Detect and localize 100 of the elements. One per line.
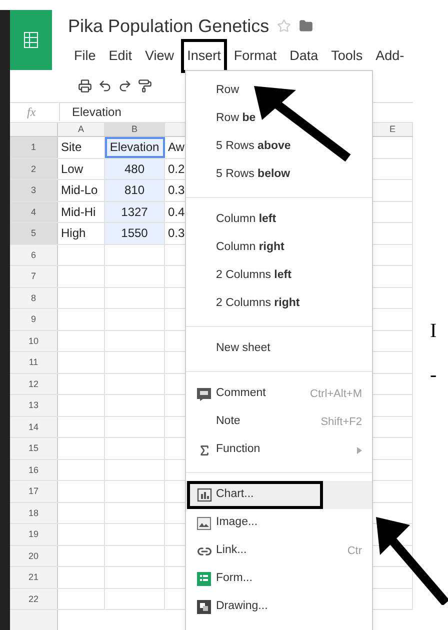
option-label: Column right — [216, 240, 284, 256]
sigma-icon — [198, 444, 210, 456]
form-icon — [197, 572, 211, 586]
table-cell-text: Mid-Hi — [60, 204, 97, 221]
menu-item[interactable]: View — [139, 39, 180, 74]
menu-option[interactable]: Row be — [186, 105, 372, 133]
menu-option[interactable]: Image... — [186, 509, 372, 537]
menu-item[interactable]: File — [68, 39, 102, 74]
drawing-icon — [197, 600, 211, 614]
menu-option[interactable]: Chart... — [186, 481, 372, 509]
menu-option[interactable]: Link... Ctr — [186, 537, 372, 565]
option-label: Row — [216, 83, 240, 98]
row-number[interactable]: 22 — [10, 588, 58, 609]
option-label: New sheet — [216, 341, 270, 356]
option-label: Column left — [216, 212, 276, 228]
table-cell-text: 1550 — [120, 225, 149, 242]
star-icon[interactable] — [277, 19, 292, 33]
row-number[interactable]: 6 — [10, 244, 58, 265]
table-cell-text: Low — [60, 160, 84, 178]
option-label: 5 Rows above — [216, 139, 291, 154]
menu-option[interactable]: New sheet — [186, 335, 372, 363]
menu-option[interactable]: Column right — [186, 234, 372, 262]
menu-option[interactable]: 5 Rows below — [186, 161, 372, 189]
table-cell-text: Mid-Lo — [60, 182, 99, 200]
table-cell-text: 0.4 — [167, 204, 186, 221]
row-number[interactable]: 12 — [10, 374, 58, 394]
formula-field[interactable]: Elevation — [60, 103, 122, 122]
table-cell-text: Elevation — [108, 139, 160, 156]
option-label: Chart... — [216, 487, 254, 502]
menu-item[interactable]: Format — [228, 39, 283, 74]
paint-format-icon[interactable] — [138, 78, 152, 93]
option-label: Form... — [216, 571, 252, 586]
row-number[interactable]: 9 — [10, 309, 58, 330]
row-number[interactable]: 16 — [10, 460, 58, 480]
row-number[interactable]: 21 — [10, 567, 58, 588]
menu-option[interactable]: 5 Rows above — [186, 133, 372, 161]
menu-item[interactable]: Edit — [102, 39, 138, 74]
row-number[interactable]: 11 — [10, 352, 58, 372]
row-number[interactable]: 10 — [10, 330, 58, 351]
option-label: Comment — [216, 386, 266, 402]
row-number[interactable]: 1 — [10, 137, 58, 158]
table-cell-text: Site — [60, 139, 83, 156]
menu-option[interactable]: Comment Ctrl+Alt+M — [186, 380, 372, 408]
row-number[interactable]: 3 — [10, 180, 58, 200]
option-label: Link... — [216, 543, 247, 558]
shortcut-text: Ctrl+Alt+M — [310, 386, 362, 402]
row-number[interactable]: 17 — [10, 481, 58, 502]
menu-item[interactable]: Add- — [370, 39, 410, 74]
menu-option[interactable]: Note Shift+F2 — [186, 408, 372, 436]
column-header[interactable]: E — [373, 123, 412, 136]
shortcut-text: Ctr — [347, 544, 362, 559]
margin-text: - — [430, 363, 437, 388]
table-cell-text: 0.3 — [167, 225, 186, 242]
menu-option[interactable]: Drawing... — [186, 593, 372, 621]
option-label: Function — [216, 442, 260, 458]
row-number[interactable]: 2 — [10, 158, 58, 179]
row-number[interactable]: 4 — [10, 202, 58, 222]
menu-item[interactable]: Tools — [325, 39, 369, 74]
formula-label: fx — [10, 103, 60, 122]
table-cell-text: 0.3 — [167, 182, 186, 200]
document-title: Pika Population Genetics — [68, 15, 270, 38]
sheets-logo[interactable] — [10, 10, 52, 70]
menu-item[interactable]: Data — [284, 39, 324, 74]
menu-option[interactable]: Form... — [186, 565, 372, 593]
table-cell-text: 1327 — [120, 204, 149, 221]
table-cell-text: High — [60, 225, 87, 242]
menu-option[interactable]: Row — [186, 77, 372, 105]
table-cell-text: 480 — [123, 160, 146, 178]
row-number[interactable]: 14 — [10, 416, 58, 437]
table-cell-text: Aw — [167, 139, 186, 156]
option-label: Drawing... — [216, 599, 268, 614]
option-label: Note — [216, 414, 240, 430]
option-label: 5 Rows below — [216, 167, 290, 182]
column-header[interactable]: A — [58, 123, 104, 136]
print-icon[interactable] — [78, 78, 92, 93]
option-label: 2 Columns left — [216, 268, 292, 284]
chart-icon — [196, 488, 212, 502]
row-number[interactable]: 20 — [10, 546, 58, 566]
row-number[interactable]: 15 — [10, 438, 58, 458]
folder-icon[interactable] — [299, 19, 314, 33]
table-cell-text: 0.2 — [167, 160, 186, 178]
row-number[interactable]: 5 — [10, 223, 58, 244]
table-cell-text: 810 — [123, 182, 146, 200]
option-label: Row be — [216, 111, 256, 126]
row-number[interactable]: 13 — [10, 395, 58, 416]
column-header[interactable]: B — [105, 123, 164, 136]
comment-icon — [197, 388, 211, 400]
menu-option[interactable]: Function — [186, 436, 372, 464]
image-icon — [197, 516, 211, 530]
undo-icon[interactable] — [98, 78, 112, 93]
row-number[interactable]: 8 — [10, 288, 58, 308]
menu-option[interactable]: 2 Columns right — [186, 290, 372, 318]
row-number[interactable]: 19 — [10, 524, 58, 544]
row-number[interactable]: 18 — [10, 502, 58, 523]
redo-icon[interactable] — [118, 78, 132, 93]
menu-option[interactable]: 2 Columns left — [186, 262, 372, 290]
row-number[interactable]: 7 — [10, 266, 58, 286]
shortcut-text: Shift+F2 — [320, 414, 362, 430]
menu-option[interactable]: Column left — [186, 206, 372, 234]
option-label: 2 Columns right — [216, 296, 300, 312]
